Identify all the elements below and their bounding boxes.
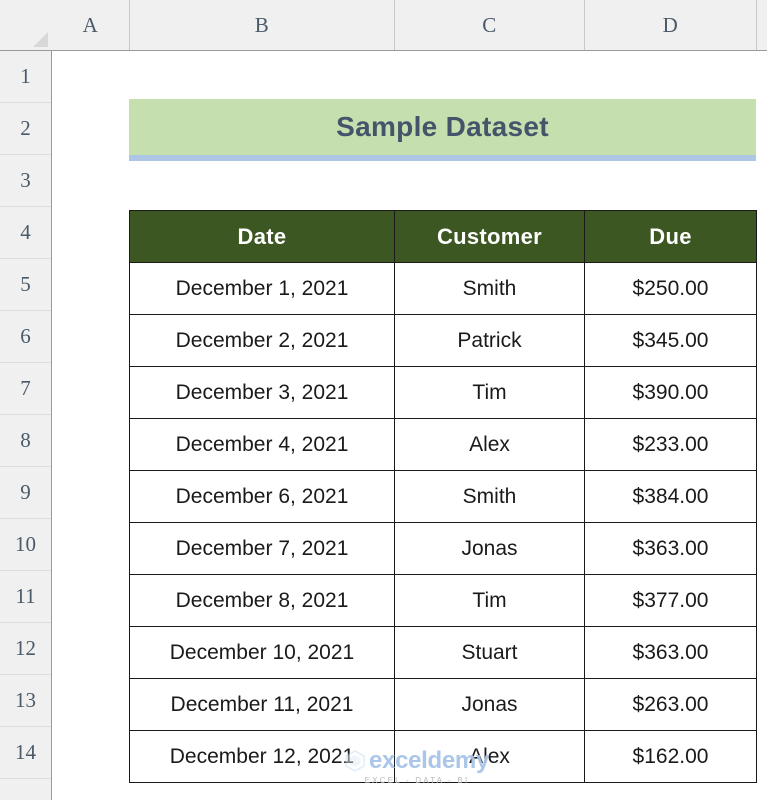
row-header-14[interactable]: 14 bbox=[0, 727, 51, 779]
row-header-5[interactable]: 5 bbox=[0, 259, 51, 311]
data-table[interactable]: Date Customer Due December 1, 2021 Smith $… bbox=[129, 210, 757, 783]
cell-customer[interactable]: Alex bbox=[394, 418, 585, 471]
cell-customer[interactable]: Patrick bbox=[394, 314, 585, 367]
cell-customer[interactable]: Jonas bbox=[394, 522, 585, 575]
row-header-1[interactable]: 1 bbox=[0, 51, 51, 103]
cell-customer[interactable]: Smith bbox=[394, 262, 585, 315]
cell-due[interactable]: $377.00 bbox=[584, 574, 757, 627]
row-header-7[interactable]: 7 bbox=[0, 363, 51, 415]
cell-date[interactable]: December 7, 2021 bbox=[129, 522, 395, 575]
row-header-9[interactable]: 9 bbox=[0, 467, 51, 519]
cell-due[interactable]: $345.00 bbox=[584, 314, 757, 367]
column-header-due[interactable]: Due bbox=[584, 210, 757, 263]
row-header-3[interactable]: 3 bbox=[0, 155, 51, 207]
spreadsheet-grid: Sample Dataset Date Customer Due Decembe… bbox=[0, 0, 767, 800]
cell-date[interactable]: December 6, 2021 bbox=[129, 470, 395, 523]
table-row[interactable]: December 11, 2021 Jonas $263.00 bbox=[129, 678, 757, 731]
table-header-row: Date Customer Due bbox=[129, 210, 757, 263]
table-row[interactable]: December 1, 2021 Smith $250.00 bbox=[129, 262, 757, 315]
table-row[interactable]: December 4, 2021 Alex $233.00 bbox=[129, 418, 757, 471]
column-header-d[interactable]: D bbox=[585, 0, 757, 50]
row-header-6[interactable]: 6 bbox=[0, 311, 51, 363]
cell-due[interactable]: $363.00 bbox=[584, 522, 757, 575]
column-header-customer[interactable]: Customer bbox=[394, 210, 585, 263]
cell-date[interactable]: December 1, 2021 bbox=[129, 262, 395, 315]
row-header-4[interactable]: 4 bbox=[0, 207, 51, 259]
table-row[interactable]: December 12, 2021 Alex $162.00 bbox=[129, 730, 757, 783]
column-header-c[interactable]: C bbox=[395, 0, 585, 50]
cell-due[interactable]: $363.00 bbox=[584, 626, 757, 679]
cell-date[interactable]: December 4, 2021 bbox=[129, 418, 395, 471]
page-title: Sample Dataset bbox=[336, 111, 549, 142]
cell-date[interactable]: December 12, 2021 bbox=[129, 730, 395, 783]
title-banner-cell[interactable]: Sample Dataset bbox=[129, 99, 756, 155]
table-row[interactable]: December 2, 2021 Patrick $345.00 bbox=[129, 314, 757, 367]
table-row[interactable]: December 10, 2021 Stuart $363.00 bbox=[129, 626, 757, 679]
cell-due[interactable]: $384.00 bbox=[584, 470, 757, 523]
cell-date[interactable]: December 3, 2021 bbox=[129, 366, 395, 419]
cell-date[interactable]: December 2, 2021 bbox=[129, 314, 395, 367]
column-headers: A B C D bbox=[0, 0, 767, 51]
table-row[interactable]: December 3, 2021 Tim $390.00 bbox=[129, 366, 757, 419]
cell-date[interactable]: December 11, 2021 bbox=[129, 678, 395, 731]
select-all-triangle-icon bbox=[33, 32, 48, 47]
cell-customer[interactable]: Stuart bbox=[394, 626, 585, 679]
row-header-2[interactable]: 2 bbox=[0, 103, 51, 155]
cell-due[interactable]: $233.00 bbox=[584, 418, 757, 471]
select-all-corner[interactable] bbox=[0, 0, 52, 50]
row-header-12[interactable]: 12 bbox=[0, 623, 51, 675]
row-header-10[interactable]: 10 bbox=[0, 519, 51, 571]
row-headers: 1 2 3 4 5 6 7 8 9 10 11 12 13 14 bbox=[0, 51, 52, 800]
cell-customer[interactable]: Tim bbox=[394, 574, 585, 627]
cell-customer[interactable]: Tim bbox=[394, 366, 585, 419]
cell-date[interactable]: December 8, 2021 bbox=[129, 574, 395, 627]
table-row[interactable]: December 6, 2021 Smith $384.00 bbox=[129, 470, 757, 523]
row-header-11[interactable]: 11 bbox=[0, 571, 51, 623]
cell-due[interactable]: $263.00 bbox=[584, 678, 757, 731]
table-row[interactable]: December 8, 2021 Tim $377.00 bbox=[129, 574, 757, 627]
cell-customer[interactable]: Jonas bbox=[394, 678, 585, 731]
cell-due[interactable]: $390.00 bbox=[584, 366, 757, 419]
cell-date[interactable]: December 10, 2021 bbox=[129, 626, 395, 679]
column-header-b[interactable]: B bbox=[130, 0, 395, 50]
column-header-a[interactable]: A bbox=[52, 0, 130, 50]
cell-customer[interactable]: Alex bbox=[394, 730, 585, 783]
title-underline bbox=[129, 155, 756, 161]
row-header-8[interactable]: 8 bbox=[0, 415, 51, 467]
column-header-date[interactable]: Date bbox=[129, 210, 395, 263]
cell-due[interactable]: $162.00 bbox=[584, 730, 757, 783]
cell-due[interactable]: $250.00 bbox=[584, 262, 757, 315]
cell-customer[interactable]: Smith bbox=[394, 470, 585, 523]
row-header-13[interactable]: 13 bbox=[0, 675, 51, 727]
table-row[interactable]: December 7, 2021 Jonas $363.00 bbox=[129, 522, 757, 575]
